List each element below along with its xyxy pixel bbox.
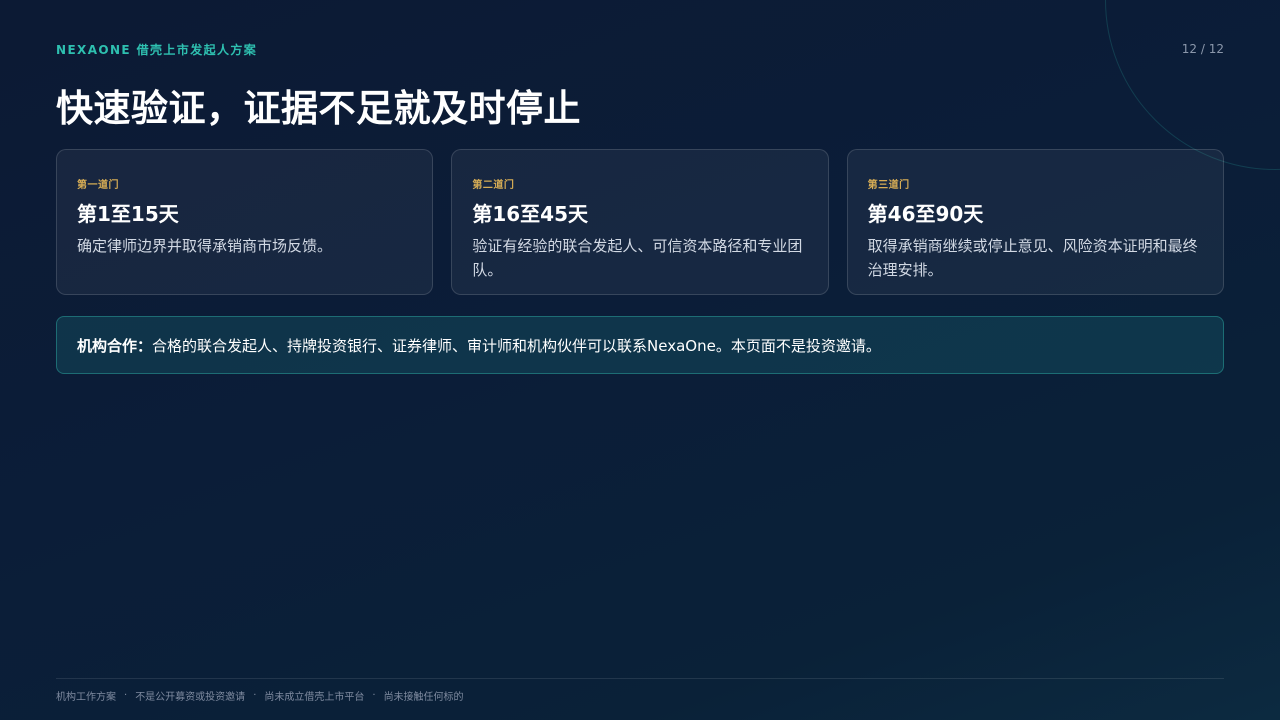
footer-separator: ·: [253, 690, 257, 701]
page-title: 快速验证，证据不足就及时停止: [56, 87, 581, 130]
partnership-note: 机构合作： 合格的联合发起人、持牌投资银行、证券律师、审计师和机构伙伴可以联系N…: [56, 316, 1224, 374]
gate-card-label: 第二道门: [472, 180, 515, 191]
page-number: 12 / 12: [1181, 42, 1224, 56]
note-text: 合格的联合发起人、持牌投资银行、证券律师、审计师和机构伙伴可以联系NexaOne…: [152, 336, 881, 355]
footer-item: 机构工作方案: [56, 692, 116, 703]
gate-card-3: 第三道门 第46至90天 取得承销商继续或停止意见、风险资本证明和最终治理安排。: [846, 149, 1224, 295]
gate-card-desc: 验证有经验的联合发起人、可信资本路径和专业团队。: [472, 237, 803, 279]
footer-item: 不是公开募资或投资邀请: [135, 692, 246, 703]
eyebrow-label: NEXAONE 借壳上市发起人方案: [56, 43, 258, 57]
footer-item: 尚未成立借壳上市平台: [264, 692, 365, 703]
gate-card-title: 第1至15天: [77, 202, 179, 226]
gate-card-2: 第二道门 第16至45天 验证有经验的联合发起人、可信资本路径和专业团队。: [451, 149, 829, 295]
gate-card-title: 第46至90天: [867, 202, 984, 226]
gate-card-label: 第三道门: [867, 180, 910, 191]
gate-card-desc: 确定律师边界并取得承销商市场反馈。: [77, 237, 333, 255]
gate-cards: 第一道门 第1至15天 确定律师边界并取得承销商市场反馈。 第二道门 第16至4…: [56, 149, 1224, 295]
gate-card-1: 第一道门 第1至15天 确定律师边界并取得承销商市场反馈。: [56, 149, 434, 295]
footer-item: 尚未接触任何标的: [383, 692, 464, 703]
gate-card-label: 第一道门: [77, 180, 119, 191]
footer-separator: ·: [372, 690, 376, 701]
gate-card-desc: 取得承销商继续或停止意见、风险资本证明和最终治理安排。: [867, 237, 1198, 279]
footer-separator: ·: [124, 690, 128, 701]
footer: 机构工作方案 · 不是公开募资或投资邀请 · 尚未成立借壳上市平台 · 尚未接触…: [56, 688, 464, 703]
gate-card-title: 第16至45天: [472, 202, 588, 226]
footer-divider: [56, 678, 1224, 679]
decorative-ring: [1105, 0, 1280, 170]
note-label: 机构合作：: [77, 336, 153, 355]
slide: NEXAONE 借壳上市发起人方案 12 / 12 快速验证，证据不足就及时停止…: [0, 0, 1280, 720]
